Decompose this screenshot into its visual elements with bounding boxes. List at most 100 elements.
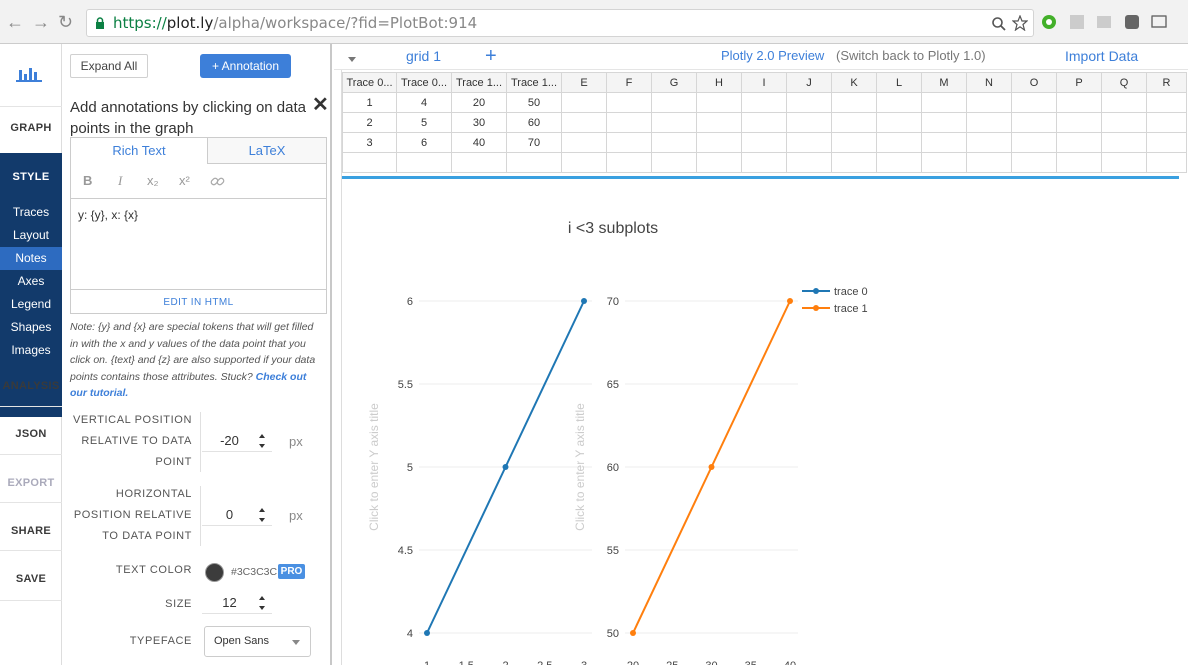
grid-cell[interactable] <box>606 132 652 153</box>
extension-dark-icon[interactable] <box>1124 14 1140 30</box>
grid-cell[interactable] <box>831 92 877 113</box>
size-input[interactable]: 12 <box>202 592 272 614</box>
grid-cell[interactable] <box>741 132 787 153</box>
grid-cell[interactable] <box>696 92 742 113</box>
grid-cell[interactable]: 2 <box>342 112 397 133</box>
grid-cell[interactable] <box>1101 112 1147 133</box>
grid-cell[interactable]: 1 <box>342 92 397 113</box>
column-header[interactable]: G <box>651 72 697 93</box>
bookmark-star-icon[interactable] <box>1012 15 1028 31</box>
grid-cell[interactable] <box>1011 112 1057 133</box>
column-header[interactable]: Trace 0... <box>342 72 397 93</box>
data-point[interactable] <box>630 630 636 636</box>
style-item-notes[interactable]: Notes <box>0 247 62 270</box>
grid-cell[interactable] <box>1011 152 1057 173</box>
grid-cell[interactable] <box>786 112 832 133</box>
plotly-logo-icon[interactable] <box>15 66 43 84</box>
stepper-icon[interactable] <box>258 432 266 450</box>
grid-cell[interactable]: 3 <box>342 132 397 153</box>
italic-icon[interactable]: I <box>118 173 122 189</box>
vertical-position-input[interactable]: -20 <box>202 430 272 452</box>
chart-legend[interactable]: trace 0 trace 1 <box>802 286 868 315</box>
grid-cell[interactable] <box>1011 132 1057 153</box>
grid-cell[interactable]: 30 <box>451 112 507 133</box>
y-axis-title[interactable]: Click to enter Y axis title <box>573 403 587 531</box>
grid-cell[interactable] <box>786 92 832 113</box>
extension-grid-icon[interactable] <box>1069 14 1085 30</box>
column-header[interactable]: H <box>696 72 742 93</box>
cast-icon[interactable] <box>1151 14 1167 30</box>
grid-cell[interactable] <box>696 152 742 173</box>
grid-cell[interactable] <box>561 132 607 153</box>
grid-cell[interactable] <box>1146 132 1187 153</box>
grid-cell[interactable] <box>1056 152 1102 173</box>
grid-cell[interactable] <box>342 152 397 173</box>
column-header[interactable]: Trace 1... <box>506 72 562 93</box>
grid-cell[interactable] <box>561 112 607 133</box>
grid-cell[interactable] <box>606 112 652 133</box>
column-header[interactable]: K <box>831 72 877 93</box>
grid-cell[interactable] <box>921 152 967 173</box>
column-header[interactable]: E <box>561 72 607 93</box>
preview-link[interactable]: Plotly 2.0 Preview <box>721 48 824 63</box>
nav-share[interactable]: SHARE <box>0 525 62 537</box>
grid-menu-icon[interactable] <box>348 57 356 62</box>
grid-cell[interactable] <box>741 112 787 133</box>
grid-cell[interactable]: 4 <box>396 92 452 113</box>
grid-cell[interactable]: 50 <box>506 92 562 113</box>
back-button[interactable]: ← <box>6 12 24 32</box>
grid-cell[interactable]: 6 <box>396 132 452 153</box>
style-item-shapes[interactable]: Shapes <box>0 316 62 339</box>
grid-cell[interactable] <box>1101 152 1147 173</box>
grid-divider[interactable] <box>342 176 1179 179</box>
grid-cell[interactable] <box>966 132 1012 153</box>
y-axis-title[interactable]: Click to enter Y axis title <box>367 403 381 531</box>
grid-cell[interactable] <box>1146 92 1187 113</box>
superscript-icon[interactable]: x² <box>179 173 190 188</box>
grid-cell[interactable] <box>876 152 922 173</box>
grid-cell[interactable] <box>1146 112 1187 133</box>
data-point[interactable] <box>787 298 793 304</box>
tab-rich-text[interactable]: Rich Text <box>71 138 208 164</box>
grid-cell[interactable] <box>561 92 607 113</box>
close-icon[interactable]: ✕ <box>312 92 329 117</box>
horizontal-position-input[interactable]: 0 <box>202 504 272 526</box>
column-header[interactable]: F <box>606 72 652 93</box>
grid-cell[interactable] <box>561 152 607 173</box>
grid-cell[interactable] <box>1056 132 1102 153</box>
column-header[interactable]: Trace 1... <box>451 72 507 93</box>
grid-cell[interactable] <box>696 112 742 133</box>
grid-cell[interactable] <box>451 152 507 173</box>
grid-cell[interactable] <box>966 152 1012 173</box>
grid-cell[interactable] <box>966 112 1012 133</box>
grid-cell[interactable] <box>831 132 877 153</box>
nav-json[interactable]: JSON <box>0 428 62 440</box>
data-point[interactable] <box>708 464 715 470</box>
grid-cell[interactable] <box>396 152 452 173</box>
column-header[interactable]: J <box>786 72 832 93</box>
grid-cell[interactable] <box>1056 112 1102 133</box>
grid-cell[interactable] <box>506 152 562 173</box>
grid-cell[interactable] <box>876 132 922 153</box>
link-icon[interactable] <box>210 174 225 189</box>
column-header[interactable]: L <box>876 72 922 93</box>
style-item-images[interactable]: Images <box>0 339 62 362</box>
grid-cell[interactable]: 60 <box>506 112 562 133</box>
column-header[interactable]: R <box>1146 72 1187 93</box>
grid-cell[interactable]: 70 <box>506 132 562 153</box>
legend-label[interactable]: trace 0 <box>834 286 868 298</box>
extension-page-icon[interactable] <box>1096 14 1112 30</box>
data-point[interactable] <box>424 630 430 636</box>
style-item-axes[interactable]: Axes <box>0 270 62 293</box>
data-point[interactable] <box>581 298 587 304</box>
grid-cell[interactable] <box>1146 152 1187 173</box>
tab-grid-1[interactable]: grid 1 <box>406 48 441 64</box>
address-bar[interactable]: https://plot.ly/alpha/workspace/?fid=Plo… <box>86 9 1034 37</box>
grid-cell[interactable] <box>741 152 787 173</box>
nav-analysis[interactable]: ANALYSIS <box>0 380 62 392</box>
grid-cell[interactable] <box>921 112 967 133</box>
reload-button[interactable]: ↻ <box>58 12 73 32</box>
grid-cell[interactable] <box>921 92 967 113</box>
column-header[interactable]: Trace 0... <box>396 72 452 93</box>
grid-cell[interactable] <box>786 152 832 173</box>
